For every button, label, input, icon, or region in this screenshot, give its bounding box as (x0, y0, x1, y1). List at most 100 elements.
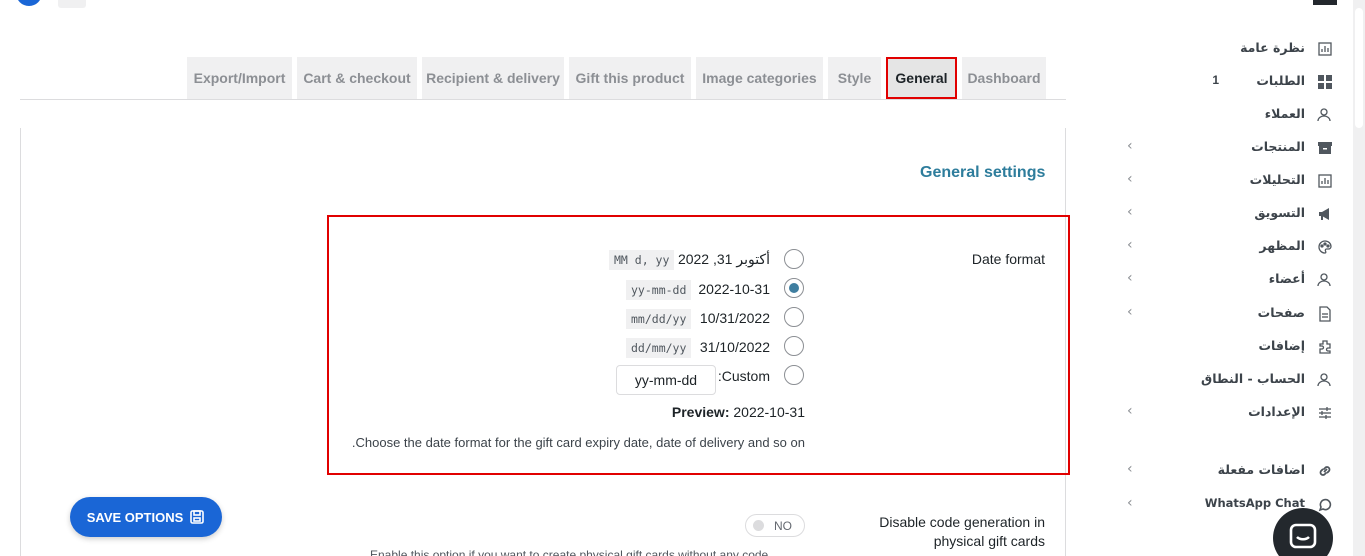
date-format-description: .Choose the date format for the gift car… (351, 435, 805, 450)
preview-label: Preview: (671, 404, 730, 420)
date-format-radio-1[interactable] (784, 249, 804, 269)
custom-format-input[interactable]: yy-mm-dd (616, 365, 716, 395)
sidebar-item-label: صفحات (1257, 305, 1305, 320)
date-format-label: Date format (971, 251, 1045, 267)
sidebar-item-label: WhatsApp Chat (1204, 496, 1305, 510)
chevron-left-icon: ‹ (1127, 171, 1133, 187)
sidebar-item-label: إضافات (1258, 338, 1306, 353)
chevron-left-icon: ‹ (1127, 237, 1133, 253)
sidebar-item-settings[interactable]: ‹ الإعدادات (1105, 401, 1345, 425)
page-scrollbar[interactable] (1353, 0, 1365, 556)
top-dark-bar (1313, 0, 1337, 5)
tab-cart-checkout[interactable]: Cart & checkout (297, 57, 417, 99)
scrollbar-thumb[interactable] (1355, 8, 1363, 128)
sidebar-item-members[interactable]: ‹ أعضاء (1105, 268, 1345, 292)
tab-label: Dashboard (967, 70, 1041, 86)
chevron-left-icon: ‹ (1127, 495, 1133, 511)
orders-count-badge: 1 (1212, 73, 1219, 87)
floppy-disk-icon (190, 510, 205, 524)
appearance-palette-icon (1318, 240, 1332, 254)
sidebar-item-label: الإعدادات (1248, 404, 1305, 419)
toggle-text: NO (774, 519, 792, 533)
top-avatar[interactable] (16, 0, 42, 6)
sidebar-item-label: اضافات مفعلة (1217, 462, 1305, 477)
date-format-option-text: 10/31/2022 (699, 310, 770, 326)
custom-label: :Custom (717, 368, 770, 384)
chevron-left-icon: ‹ (1127, 304, 1133, 320)
disable-code-description: Enable this option if you want to create… (370, 548, 769, 556)
chevron-left-icon: ‹ (1127, 461, 1133, 477)
date-format-radio-2[interactable] (784, 278, 804, 298)
date-format-code: dd/mm/yy (626, 338, 692, 358)
tab-label: Recipient & delivery (426, 70, 560, 86)
members-icon (1317, 273, 1331, 287)
pages-icon (1319, 306, 1331, 322)
date-format-option-text: 31/10/2022 (699, 339, 770, 355)
settings-sliders-icon (1319, 407, 1331, 419)
admin-sidebar: نظرة عامة الطلبات 1 العملاء ‹ المنتجات ‹… (1105, 30, 1345, 556)
tab-label: Cart & checkout (303, 70, 411, 86)
sidebar-item-account-domain[interactable]: الحساب - النطاق (1105, 368, 1345, 392)
top-button[interactable] (58, 0, 86, 8)
save-options-label: SAVE OPTIONS (86, 509, 184, 525)
disable-code-label: Disable code generation in physical gift… (830, 514, 1045, 549)
disable-code-label-line2: physical gift cards (933, 533, 1045, 549)
chevron-left-icon: ‹ (1127, 270, 1133, 286)
sidebar-item-label: المنتجات (1251, 139, 1305, 154)
chevron-left-icon: ‹ (1127, 204, 1133, 220)
sidebar-item-marketing[interactable]: ‹ التسويق (1105, 202, 1345, 226)
sidebar-item-orders[interactable]: الطلبات 1 (1105, 70, 1345, 94)
analytics-icon (1318, 174, 1332, 188)
products-box-icon (1318, 142, 1332, 154)
sidebar-item-active-plugins[interactable]: ‹ اضافات مفعلة (1105, 459, 1345, 483)
date-format-code: MM d, yy (609, 250, 675, 270)
sidebar-item-pages[interactable]: ‹ صفحات (1105, 302, 1345, 326)
sidebar-item-customers[interactable]: العملاء (1105, 103, 1345, 127)
preview-value: 2022-10-31 (733, 404, 805, 420)
link-icon (1319, 466, 1331, 476)
sidebar-item-overview[interactable]: نظرة عامة (1105, 37, 1345, 61)
sidebar-item-analytics[interactable]: ‹ التحليلات (1105, 169, 1345, 193)
tab-style[interactable]: Style (828, 57, 881, 99)
plugins-icon (1319, 340, 1331, 354)
date-format-radio-custom[interactable] (784, 365, 804, 385)
date-format-radio-4[interactable] (784, 336, 804, 356)
date-format-code: mm/dd/yy (626, 309, 692, 329)
tab-label: Style (837, 70, 872, 86)
date-format-radio-3[interactable] (784, 307, 804, 327)
sidebar-item-label: العملاء (1264, 106, 1305, 121)
sidebar-item-appearance[interactable]: ‹ المظهر (1105, 235, 1345, 259)
tab-general[interactable]: General (886, 57, 957, 99)
date-preview: Preview: 2022-10-31 (560, 404, 805, 420)
tab-gift-this-product[interactable]: Gift this product (569, 57, 691, 99)
disable-code-label-line1: Disable code generation in (879, 514, 1045, 530)
chevron-left-icon: ‹ (1127, 403, 1133, 419)
sidebar-item-label: الطلبات (1256, 73, 1305, 88)
marketing-megaphone-icon (1319, 208, 1329, 220)
sidebar-item-products[interactable]: ‹ المنتجات (1105, 136, 1345, 160)
tab-export-import[interactable]: Export/Import (187, 57, 292, 99)
date-format-option-text: 2022-10-31 (698, 281, 770, 297)
sidebar-item-label: التسويق (1254, 205, 1305, 220)
section-title: General settings (920, 164, 1046, 181)
tab-label: Image categories (702, 70, 817, 86)
tab-image-categories[interactable]: Image categories (696, 57, 823, 99)
tab-label: Export/Import (193, 70, 286, 86)
disable-code-toggle[interactable]: NO (745, 514, 805, 537)
sidebar-item-label: التحليلات (1249, 172, 1305, 187)
account-icon (1317, 373, 1331, 387)
overview-icon (1318, 42, 1332, 56)
tab-dashboard[interactable]: Dashboard (962, 57, 1046, 99)
settings-tabs: Export/Import Cart & checkout Recipient … (20, 57, 1066, 100)
save-options-button[interactable]: SAVE OPTIONS (70, 497, 222, 537)
toggle-knob (753, 520, 764, 531)
tab-label: Gift this product (575, 70, 685, 86)
sidebar-item-label: المظهر (1259, 238, 1305, 253)
tab-label: General (895, 70, 948, 86)
chevron-left-icon: ‹ (1127, 138, 1133, 154)
admin-page: Export/Import Cart & checkout Recipient … (0, 0, 1365, 556)
tab-recipient-delivery[interactable]: Recipient & delivery (422, 57, 564, 99)
sidebar-item-plugins[interactable]: إضافات (1105, 335, 1345, 359)
whatsapp-icon (1318, 498, 1332, 512)
sidebar-item-label: الحساب - النطاق (1201, 371, 1305, 386)
